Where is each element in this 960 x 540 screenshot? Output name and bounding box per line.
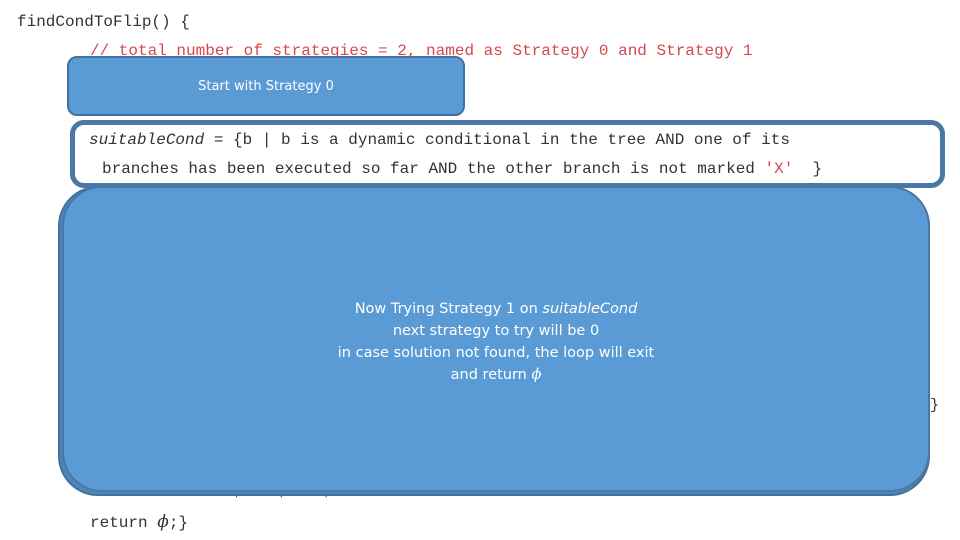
suitable-cond-definition-box: suitableCond = {b | b is a dynamic condi… (70, 120, 945, 188)
suitable-cond-def-2: branches has been executed so far AND th… (102, 160, 765, 178)
suitable-cond-def-1: = {b | b is a dynamic conditional in the… (204, 131, 790, 149)
suitable-cond-close: } (793, 160, 823, 178)
strategy-1-line-3: in case solution not found, the loop wil… (337, 344, 655, 361)
strategy-1-callout: Now Trying Strategy 1 on suitableCond ne… (62, 186, 930, 492)
marked-x-value: 'X' (764, 160, 794, 178)
strategy-1-prefix: Now Trying Strategy 1 on (354, 300, 543, 317)
strategy-1-phi-symbol: ϕ (531, 366, 542, 383)
strategy-1-line-4: and return ϕ (338, 364, 654, 386)
return-end: ;} (168, 514, 189, 532)
strategy-1-text: Now Trying Strategy 1 on suitableCond ne… (338, 298, 654, 386)
closing-brace: } (930, 397, 940, 414)
start-strategy-callout: Start with Strategy 0 (67, 56, 465, 116)
suitable-cond-line-1: suitableCond = {b | b is a dynamic condi… (89, 131, 790, 149)
start-strategy-text: Start with Strategy 0 (198, 78, 334, 94)
strategy-1-return-prefix: and return (450, 366, 532, 383)
strategy-1-line-1: Now Trying Strategy 1 on suitableCond (338, 298, 654, 320)
return-keyword: return (90, 514, 158, 532)
suitable-cond-line-2: branches has been executed so far AND th… (102, 160, 822, 178)
function-header: findCondToFlip() { (17, 13, 190, 31)
strategy-1-suitable-cond: suitableCond (542, 300, 638, 317)
return-statement: return ϕ;} (90, 512, 188, 533)
suitable-cond-var: suitableCond (89, 131, 205, 149)
phi-symbol: ϕ (157, 512, 169, 532)
strategy-1-line-2: next strategy to try will be 0 (392, 322, 600, 339)
